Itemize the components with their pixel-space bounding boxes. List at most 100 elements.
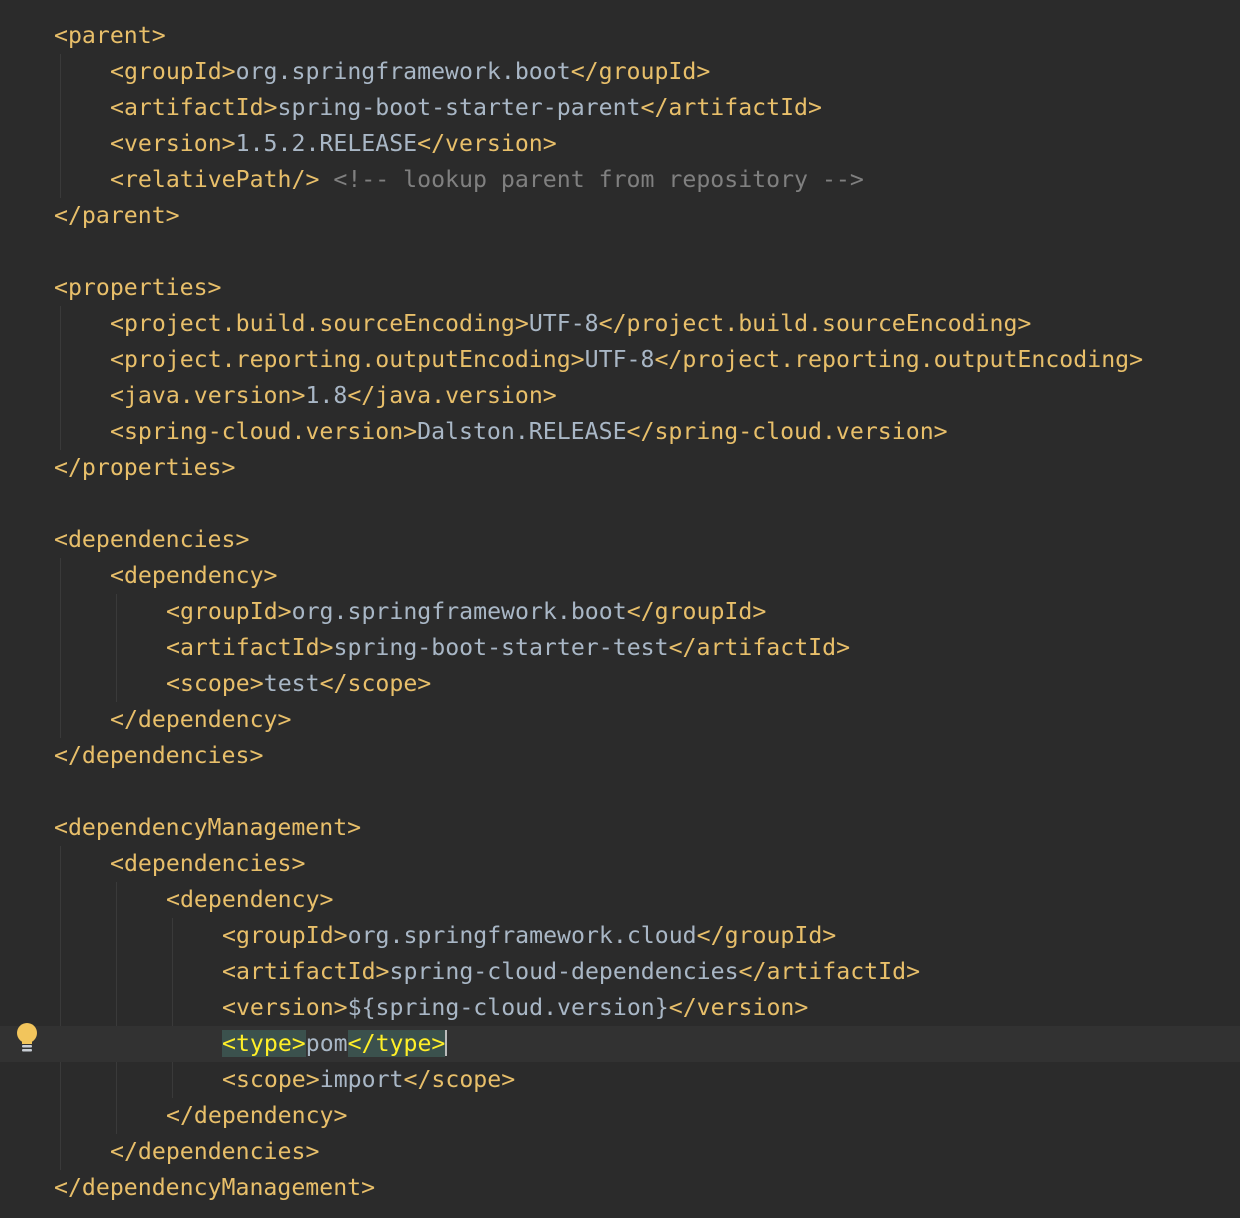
xml-tag: <type> xyxy=(222,1030,306,1057)
code-line-text: <properties> xyxy=(54,270,222,306)
xml-tag: </dependency> xyxy=(166,1102,348,1129)
xml-value: import xyxy=(319,1066,404,1093)
code-line[interactable]: <project.reporting.outputEncoding>UTF-8<… xyxy=(0,342,1240,378)
code-line[interactable]: <type>pom</type> xyxy=(0,1026,1240,1062)
code-line[interactable]: </dependency> xyxy=(0,702,1240,738)
code-line[interactable]: </dependencyManagement> xyxy=(0,1170,1240,1206)
code-line-text: </dependencies> xyxy=(54,738,263,774)
code-line-text: <spring-cloud.version>Dalston.RELEASE</s… xyxy=(110,414,948,450)
code-line[interactable]: <dependencyManagement> xyxy=(0,810,1240,846)
xml-value: spring-boot-starter-test xyxy=(333,634,669,661)
code-line[interactable] xyxy=(0,486,1240,522)
code-line-text: <groupId>org.springframework.boot</group… xyxy=(110,54,710,90)
code-line[interactable]: </dependency> xyxy=(0,1098,1240,1134)
text-caret xyxy=(445,1029,448,1056)
code-line-text: </parent> xyxy=(54,198,180,234)
code-line[interactable]: <artifactId>spring-boot-starter-test</ar… xyxy=(0,630,1240,666)
xml-tag: </artifactId> xyxy=(738,958,921,985)
code-line-text: <scope>import</scope> xyxy=(222,1062,515,1098)
xml-value: spring-boot-starter-parent xyxy=(277,94,641,121)
xml-tag: </type> xyxy=(347,1030,446,1057)
code-line[interactable]: <properties> xyxy=(0,270,1240,306)
lightbulb-icon[interactable] xyxy=(14,1021,40,1055)
code-line[interactable]: </dependencies> xyxy=(0,738,1240,774)
code-line[interactable]: <scope>test</scope> xyxy=(0,666,1240,702)
xml-tag: <dependencyManagement> xyxy=(54,814,362,841)
code-line[interactable] xyxy=(0,234,1240,270)
code-line[interactable]: <dependencies> xyxy=(0,846,1240,882)
code-line-text: <artifactId>spring-cloud-dependencies</a… xyxy=(222,954,920,990)
xml-value xyxy=(319,166,333,193)
code-line-text: <parent> xyxy=(54,18,166,54)
code-line-text: <dependency> xyxy=(110,558,278,594)
xml-tag: </project.reporting.outputEncoding> xyxy=(654,346,1144,373)
xml-tag: </groupId> xyxy=(626,598,767,625)
code-line[interactable]: <version>${spring-cloud.version}</versio… xyxy=(0,990,1240,1026)
code-line-text: </dependencies> xyxy=(110,1134,319,1170)
code-line[interactable]: </dependencies> xyxy=(0,1134,1240,1170)
code-line-text: </dependencyManagement> xyxy=(54,1170,375,1206)
xml-tag: <properties> xyxy=(54,274,222,301)
xml-tag: <groupId> xyxy=(222,922,348,949)
xml-value: UTF-8 xyxy=(584,346,655,373)
code-line[interactable] xyxy=(0,774,1240,810)
code-line[interactable]: <groupId>org.springframework.cloud</grou… xyxy=(0,918,1240,954)
code-line[interactable]: <scope>import</scope> xyxy=(0,1062,1240,1098)
code-editor[interactable]: <parent> <groupId>org.springframework.boo… xyxy=(0,0,1240,1218)
code-line[interactable]: <project.build.sourceEncoding>UTF-8</pro… xyxy=(0,306,1240,342)
code-line-text: <dependencies> xyxy=(54,522,249,558)
xml-tag: </dependencies> xyxy=(54,742,264,769)
code-line[interactable]: <artifactId>spring-cloud-dependencies</a… xyxy=(0,954,1240,990)
code-line-text: <dependencies> xyxy=(110,846,305,882)
code-line[interactable]: <spring-cloud.version>Dalston.RELEASE</s… xyxy=(0,414,1240,450)
xml-tag: </groupId> xyxy=(570,58,711,85)
xml-value: UTF-8 xyxy=(528,310,599,337)
xml-value: org.springframework.boot xyxy=(235,58,571,85)
xml-tag: <artifactId> xyxy=(222,958,390,985)
code-line-text: <dependency> xyxy=(166,882,334,918)
xml-tag: <project.reporting.outputEncoding> xyxy=(110,346,585,373)
code-line-text: </dependency> xyxy=(110,702,291,738)
xml-tag: <relativePath/> xyxy=(110,166,320,193)
xml-tag: <parent> xyxy=(54,22,166,49)
xml-tag: <version> xyxy=(222,994,348,1021)
code-line[interactable]: <dependency> xyxy=(0,882,1240,918)
xml-value: org.springframework.cloud xyxy=(347,922,697,949)
code-line[interactable]: <parent> xyxy=(0,18,1240,54)
code-line[interactable]: <groupId>org.springframework.boot</group… xyxy=(0,54,1240,90)
code-line[interactable]: <dependencies> xyxy=(0,522,1240,558)
xml-value: Dalston.RELEASE xyxy=(417,418,627,445)
code-line-text: <groupId>org.springframework.cloud</grou… xyxy=(222,918,836,954)
xml-value: org.springframework.boot xyxy=(291,598,627,625)
code-line-text: <scope>test</scope> xyxy=(166,666,431,702)
code-line[interactable]: <java.version>1.8</java.version> xyxy=(0,378,1240,414)
xml-tag: </groupId> xyxy=(696,922,837,949)
code-line-text: <artifactId>spring-boot-starter-parent</… xyxy=(110,90,822,126)
code-line[interactable]: <dependency> xyxy=(0,558,1240,594)
xml-tag: </artifactId> xyxy=(640,94,822,121)
xml-tag: </properties> xyxy=(54,454,236,481)
xml-value: 1.5.2.RELEASE xyxy=(235,130,418,157)
xml-comment: <!-- lookup parent from repository --> xyxy=(333,166,864,193)
xml-value: spring-cloud-dependencies xyxy=(389,958,739,985)
code-line[interactable]: </parent> xyxy=(0,198,1240,234)
code-line[interactable]: <version>1.5.2.RELEASE</version> xyxy=(0,126,1240,162)
xml-tag: </spring-cloud.version> xyxy=(626,418,948,445)
code-line-text: <project.reporting.outputEncoding>UTF-8<… xyxy=(110,342,1143,378)
xml-tag: <scope> xyxy=(222,1066,320,1093)
code-line[interactable]: <relativePath/> <!-- lookup parent from … xyxy=(0,162,1240,198)
code-line-text: <project.build.sourceEncoding>UTF-8</pro… xyxy=(110,306,1031,342)
xml-tag: <spring-cloud.version> xyxy=(110,418,418,445)
xml-tag: <project.build.sourceEncoding> xyxy=(110,310,529,337)
xml-value: test xyxy=(263,670,320,697)
xml-tag: <dependency> xyxy=(166,886,334,913)
xml-tag: <dependencies> xyxy=(54,526,250,553)
code-line[interactable]: </properties> xyxy=(0,450,1240,486)
code-line[interactable]: <artifactId>spring-boot-starter-parent</… xyxy=(0,90,1240,126)
code-line[interactable]: <groupId>org.springframework.boot</group… xyxy=(0,594,1240,630)
xml-tag: </version> xyxy=(668,994,809,1021)
code-line-text: <type>pom</type> xyxy=(222,1026,448,1062)
code-line-text: <version>1.5.2.RELEASE</version> xyxy=(110,126,557,162)
xml-tag: </dependencies> xyxy=(110,1138,320,1165)
xml-tag: <groupId> xyxy=(110,58,236,85)
